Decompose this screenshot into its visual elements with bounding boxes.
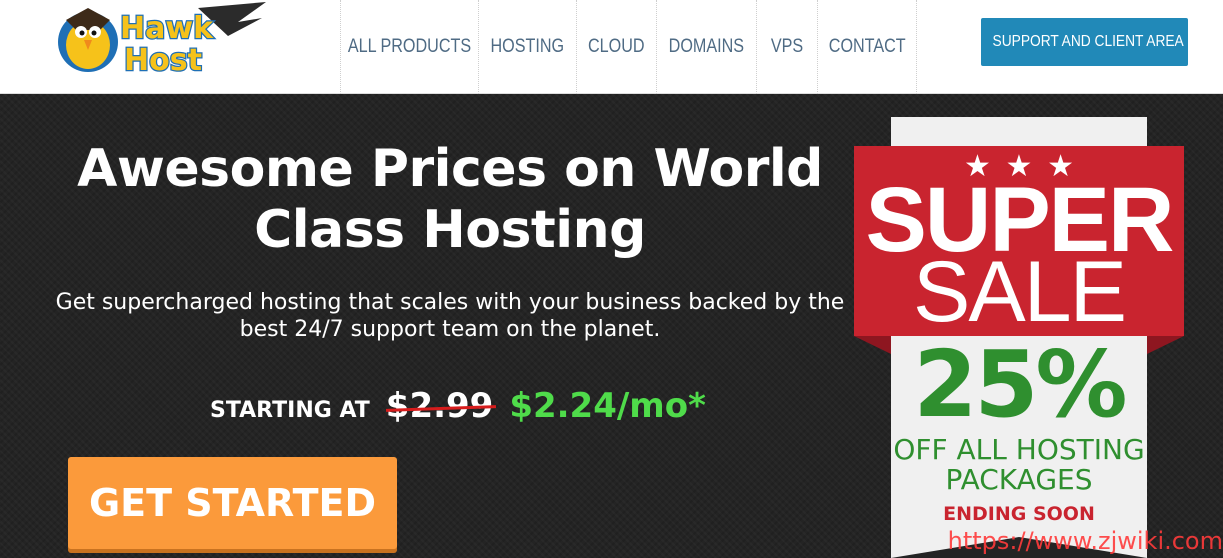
badge-sale-text: SALE [913, 244, 1127, 340]
watermark-text: https://www.zjwiki.com [947, 527, 1223, 555]
badge-offer-line2: PACKAGES [945, 463, 1093, 496]
price-row: STARTING AT $2.99 $2.24/mo* [210, 386, 810, 426]
badge-offer: OFF ALL HOSTING PACKAGES [854, 435, 1184, 495]
nav-label: CLOUD [588, 36, 645, 57]
hero-headline: Awesome Prices on World Class Hosting [77, 139, 823, 260]
support-button-label: SUPPORT AND CLIENT AREA [992, 33, 1185, 50]
svg-text:Host: Host [124, 43, 202, 76]
nav-hosting[interactable]: HOSTING [478, 0, 576, 94]
site-header: Hawk Host ALL PRODUCTS HOSTING CLOUD DOM… [0, 0, 1223, 94]
badge-percent: 25% [913, 331, 1127, 438]
nav-label: DOMAINS [668, 36, 745, 57]
nav-all-products[interactable]: ALL PRODUCTS [340, 0, 478, 94]
nav-label: ALL PRODUCTS [347, 36, 472, 57]
get-started-button[interactable]: GET STARTED [68, 457, 397, 549]
starting-at-label: STARTING AT [210, 398, 370, 423]
support-client-area-button[interactable]: SUPPORT AND CLIENT AREA [981, 18, 1188, 66]
nav-label: CONTACT [828, 36, 906, 57]
nav-domains[interactable]: DOMAINS [656, 0, 756, 94]
new-price: $2.24/mo* [509, 386, 706, 426]
hawk-host-logo[interactable]: Hawk Host [48, 2, 268, 76]
old-price: $2.99 [385, 386, 494, 426]
nav-label: HOSTING [490, 36, 565, 57]
nav-label: VPS [770, 36, 804, 57]
super-sale-badge[interactable]: ★ ★ ★ SUPER SALE 25% OFF ALL HOSTING PACKA… [854, 117, 1184, 558]
badge-offer-line1: OFF ALL HOSTING [893, 433, 1145, 466]
hero-subline: Get supercharged hosting that scales wit… [55, 290, 845, 342]
get-started-label: GET STARTED [88, 481, 377, 525]
nav-contact[interactable]: CONTACT [817, 0, 917, 94]
nav-cloud[interactable]: CLOUD [576, 0, 656, 94]
main-nav: ALL PRODUCTS HOSTING CLOUD DOMAINS VPS C… [340, 0, 917, 94]
badge-ending-soon: ENDING SOON [943, 503, 1095, 525]
nav-vps[interactable]: VPS [756, 0, 817, 94]
svg-text:Hawk: Hawk [120, 11, 214, 46]
